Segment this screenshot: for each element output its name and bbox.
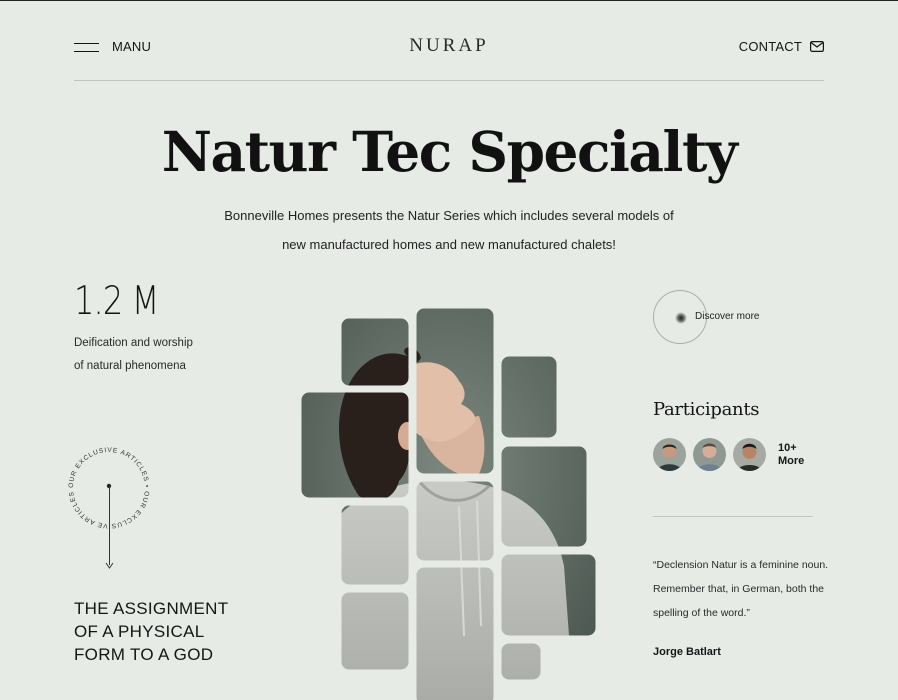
stat-desc-line: of natural phenomena (74, 360, 186, 372)
quote-author: Jorge Batlart (653, 646, 721, 658)
participants-avatars (653, 438, 766, 471)
discover-dot (675, 312, 687, 324)
avatar[interactable] (693, 438, 726, 471)
assignment-line: OF A PHYSICAL (74, 622, 205, 641)
contact-label: CONTACT (738, 39, 802, 54)
participants-title: Participants (653, 399, 760, 420)
header-divider (74, 80, 824, 81)
hero-lead-line: new manufactured homes and new manufactu… (282, 237, 616, 252)
hero-photo-mosaic (299, 306, 599, 700)
badge-circular-text: OUR EXCLUSIVE ARTICLES • OUR EXCLUSIVE A… (54, 433, 150, 529)
hero-lead-line: Bonneville Homes presents the Natur Seri… (224, 208, 674, 223)
stat-desc-line: Deification and worship (74, 337, 193, 349)
hero-lead: Bonneville Homes presents the Natur Seri… (0, 201, 898, 259)
hero-title: Natur Tec Specialty (161, 119, 738, 184)
envelope-icon (810, 41, 824, 52)
assignment-heading: THE ASSIGNMENT OF A PHYSICAL FORM TO A G… (74, 597, 228, 666)
stat-description: Deification and worship of natural pheno… (74, 332, 193, 378)
participants-more[interactable]: 10+ More (778, 442, 804, 468)
avatar[interactable] (733, 438, 766, 471)
discover-more-label[interactable]: Discover more (695, 311, 759, 322)
right-divider (653, 516, 813, 517)
more-label: More (778, 455, 805, 467)
assignment-line: THE ASSIGNMENT (74, 599, 229, 618)
avatar[interactable] (653, 438, 686, 471)
arrow-down-icon (105, 562, 114, 569)
quote-text: “Declension Natur is a feminine noun. Re… (653, 559, 829, 619)
assignment-line: FORM TO A GOD (74, 645, 214, 664)
arrow-line (109, 485, 110, 565)
stat-value: 1.2 M (74, 279, 159, 324)
contact-link[interactable]: CONTACT (739, 39, 824, 54)
more-count: 10+ (778, 442, 797, 454)
